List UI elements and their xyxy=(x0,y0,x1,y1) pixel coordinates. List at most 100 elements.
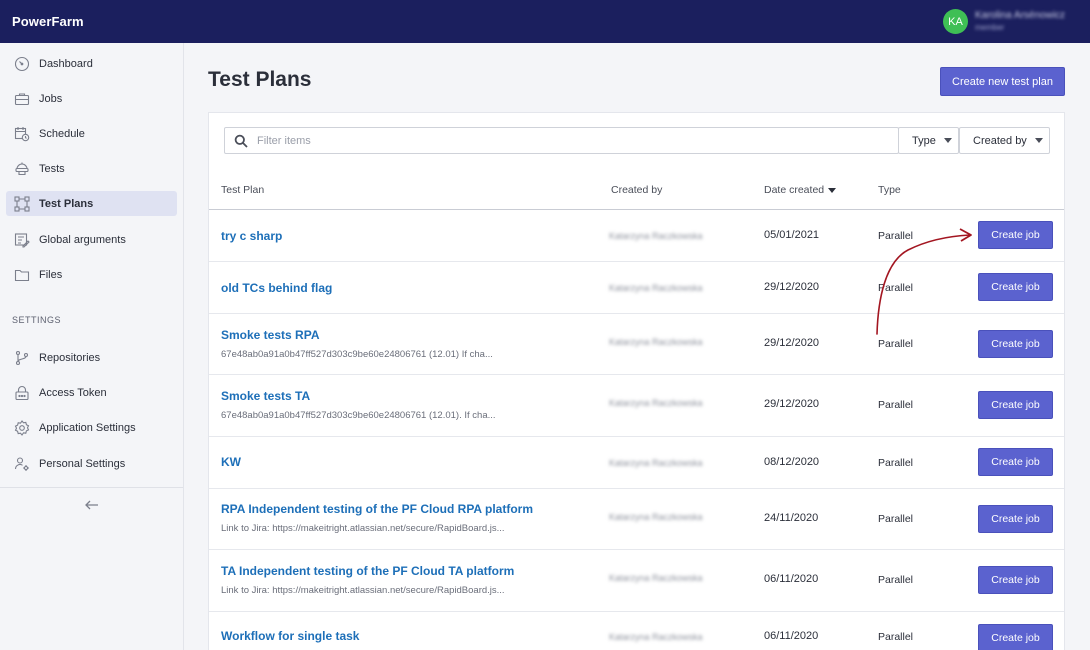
type-cell: Parallel xyxy=(878,338,914,350)
sidebar-item-tests[interactable]: Tests xyxy=(6,156,177,181)
type-cell: Parallel xyxy=(878,574,914,586)
table-row: Smoke tests RPA 67e48ab0a91a0b47ff527d30… xyxy=(209,314,1064,375)
create-job-button[interactable]: Create job xyxy=(978,221,1053,249)
sidebar: Dashboard Jobs Schedule Tests Test Plans… xyxy=(0,43,184,650)
filter-input[interactable]: Filter items xyxy=(224,127,899,154)
created-by-filter-label: Created by xyxy=(973,134,1027,147)
column-header-type[interactable]: Type xyxy=(878,184,901,196)
sidebar-item-personal-settings[interactable]: Personal Settings xyxy=(6,451,177,476)
test-plan-name-link[interactable]: Workflow for single task xyxy=(221,629,359,643)
sidebar-item-label: Global arguments xyxy=(39,233,126,246)
sidebar-item-label: Schedule xyxy=(39,127,85,140)
column-header-created-by[interactable]: Created by xyxy=(611,184,662,196)
sidebar-item-label: Jobs xyxy=(39,92,63,105)
app-logo[interactable]: PowerFarm xyxy=(12,14,84,29)
created-by-cell: Katarzyna Raczkowska xyxy=(609,231,703,241)
user-avatar[interactable]: KA xyxy=(943,9,968,34)
create-job-button[interactable]: Create job xyxy=(978,448,1053,476)
page-title: Test Plans xyxy=(208,68,312,91)
test-plans-panel: Filter items Type Created by Test Plan C… xyxy=(208,112,1065,650)
sidebar-item-access-token[interactable]: Access Token xyxy=(6,380,177,405)
sidebar-item-dashboard[interactable]: Dashboard xyxy=(6,51,177,76)
create-job-button[interactable]: Create job xyxy=(978,391,1053,419)
sidebar-item-files[interactable]: Files xyxy=(6,262,177,287)
table-row: old TCs behind flag Katarzyna Raczkowska… xyxy=(209,262,1064,314)
date-created-cell: 24/11/2020 xyxy=(764,512,819,524)
sidebar-item-label: Tests xyxy=(39,162,65,175)
table-row: KW Katarzyna Raczkowska 08/12/2020 Paral… xyxy=(209,437,1064,489)
test-plan-name-link[interactable]: KW xyxy=(221,455,241,469)
table-row: Smoke tests TA 67e48ab0a91a0b47ff527d303… xyxy=(209,375,1064,437)
date-created-cell: 29/12/2020 xyxy=(764,398,820,410)
create-job-button[interactable]: Create job xyxy=(978,330,1053,358)
sidebar-item-application-settings[interactable]: Application Settings xyxy=(6,415,177,440)
flow-icon xyxy=(5,195,39,212)
sidebar-item-label: Repositories xyxy=(39,351,101,364)
test-plan-name-link[interactable]: Smoke tests TA xyxy=(221,389,310,403)
test-plan-description: Link to Jira: https://makeitright.atlass… xyxy=(221,585,505,596)
sidebar-item-label: Test Plans xyxy=(39,197,94,210)
create-job-button[interactable]: Create job xyxy=(978,566,1053,594)
date-created-cell: 05/01/2021 xyxy=(764,229,820,241)
test-plan-name-link[interactable]: TA Independent testing of the PF Cloud T… xyxy=(221,564,514,578)
sidebar-item-label: Access Token xyxy=(39,386,107,399)
test-plan-name-link[interactable]: try c sharp xyxy=(221,229,282,243)
search-icon xyxy=(234,134,248,148)
type-cell: Parallel xyxy=(878,457,914,469)
folder-icon xyxy=(5,267,39,283)
table-row: Workflow for single task Katarzyna Raczk… xyxy=(209,612,1064,650)
user-name[interactable]: Karolina Arsénowicz xyxy=(975,10,1065,21)
table-row: RPA Independent testing of the PF Cloud … xyxy=(209,489,1064,550)
arrow-left-icon[interactable] xyxy=(84,498,100,512)
sidebar-divider xyxy=(0,487,183,488)
filter-placeholder: Filter items xyxy=(257,135,311,147)
test-plan-name-link[interactable]: RPA Independent testing of the PF Cloud … xyxy=(221,502,533,516)
test-plan-description: 67e48ab0a91a0b47ff527d303c9be60e24806761… xyxy=(221,410,496,421)
type-cell: Parallel xyxy=(878,631,914,643)
edit-list-icon xyxy=(5,232,39,248)
calendar-icon xyxy=(5,126,39,142)
type-filter-dropdown[interactable]: Type xyxy=(898,127,959,154)
test-plan-description: 67e48ab0a91a0b47ff527d303c9be60e24806761… xyxy=(221,349,493,360)
create-job-button[interactable]: Create job xyxy=(978,273,1053,301)
date-created-cell: 29/12/2020 xyxy=(764,281,820,293)
test-plan-name-link[interactable]: old TCs behind flag xyxy=(221,281,332,295)
sidebar-item-label: Dashboard xyxy=(39,57,93,70)
top-bar: PowerFarm KA Karolina Arsénowicz member xyxy=(0,0,1090,43)
created-by-cell: Katarzyna Raczkowska xyxy=(609,512,703,522)
test-plan-name-link[interactable]: Smoke tests RPA xyxy=(221,328,319,342)
branch-icon xyxy=(5,350,39,366)
sidebar-item-test-plans[interactable]: Test Plans xyxy=(6,191,177,216)
column-header-date-created-label: Date created xyxy=(764,184,825,196)
test-plan-description: Link to Jira: https://makeitright.atlass… xyxy=(221,523,505,534)
chevron-down-icon xyxy=(943,138,952,143)
person-gear-icon xyxy=(5,456,39,472)
created-by-filter-dropdown[interactable]: Created by xyxy=(959,127,1050,154)
lock-icon xyxy=(5,385,39,401)
created-by-cell: Katarzyna Raczkowska xyxy=(609,283,703,293)
speedometer-icon xyxy=(5,56,39,72)
create-job-button[interactable]: Create job xyxy=(978,505,1053,533)
sidebar-item-label: Files xyxy=(39,268,63,281)
created-by-cell: Katarzyna Raczkowska xyxy=(609,632,703,642)
date-created-cell: 06/11/2020 xyxy=(764,630,819,642)
type-cell: Parallel xyxy=(878,513,914,525)
sidebar-item-label: Application Settings xyxy=(39,421,136,434)
sort-descending-icon xyxy=(828,187,837,193)
sidebar-item-global-arguments[interactable]: Global arguments xyxy=(6,227,177,252)
created-by-cell: Katarzyna Raczkowska xyxy=(609,573,703,583)
create-test-plan-button[interactable]: Create new test plan xyxy=(940,67,1065,96)
date-created-cell: 29/12/2020 xyxy=(764,337,820,349)
type-filter-label: Type xyxy=(912,134,936,147)
sidebar-item-repositories[interactable]: Repositories xyxy=(6,345,177,370)
settings-section-label: SETTINGS xyxy=(12,315,62,325)
briefcase-icon xyxy=(5,91,39,107)
column-header-test-plan[interactable]: Test Plan xyxy=(221,184,264,196)
create-job-button[interactable]: Create job xyxy=(978,624,1053,650)
sidebar-item-label: Personal Settings xyxy=(39,457,126,470)
sidebar-item-jobs[interactable]: Jobs xyxy=(6,86,177,111)
created-by-cell: Katarzyna Raczkowska xyxy=(609,398,703,408)
sidebar-item-schedule[interactable]: Schedule xyxy=(6,121,177,146)
gear-icon xyxy=(5,419,39,436)
column-header-date-created[interactable]: Date created xyxy=(764,184,837,196)
